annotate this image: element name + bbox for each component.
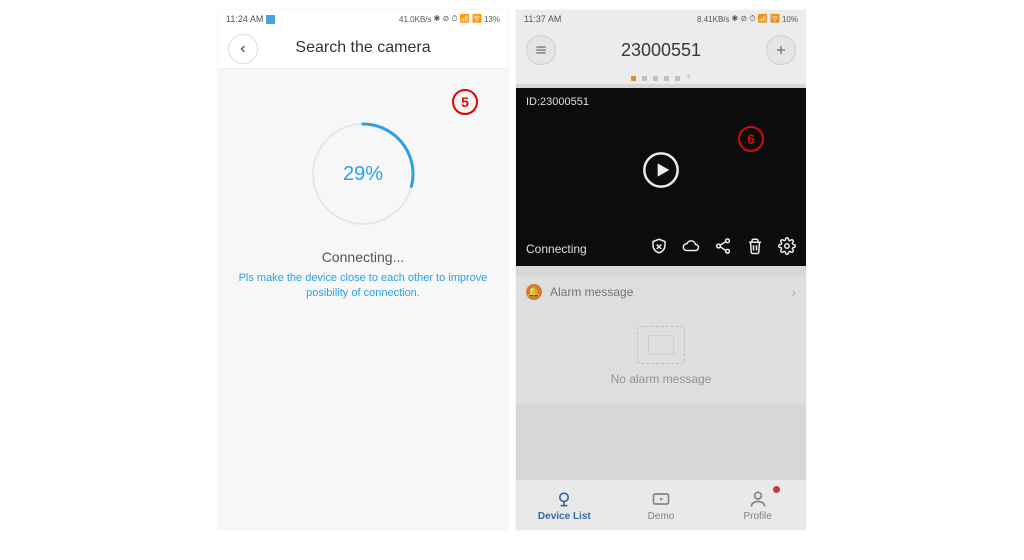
video-icon xyxy=(651,489,671,509)
device-id-title: 23000551 xyxy=(621,40,701,61)
annotation-circle-5: 5 xyxy=(452,89,478,115)
shield-x-icon xyxy=(650,237,668,255)
connecting-label: Connecting... xyxy=(218,249,508,265)
share-button[interactable] xyxy=(714,237,732,260)
screen-search-camera: 11:24 AM 41.0KB/s ✱ ⊘ ⏱ 📶 🛜 13% Search t… xyxy=(218,10,508,530)
page-title: Search the camera xyxy=(295,39,430,57)
cloud-icon xyxy=(682,237,700,255)
tab-label: Profile xyxy=(744,511,772,522)
chevron-right-icon: › xyxy=(791,284,796,300)
alarm-title: Alarm message xyxy=(550,285,633,299)
settings-button[interactable] xyxy=(778,237,796,260)
status-time: 11:24 AM xyxy=(226,14,275,24)
camera-status: Connecting xyxy=(526,242,650,256)
trash-icon xyxy=(746,237,764,255)
status-bar: 11:24 AM 41.0KB/s ✱ ⊘ ⏱ 📶 🛜 13% xyxy=(218,10,508,28)
share-icon xyxy=(714,237,732,255)
play-button[interactable] xyxy=(641,150,681,190)
alarm-card-header[interactable]: 🔔 Alarm message › xyxy=(516,276,806,308)
alarm-empty-state: No alarm message xyxy=(516,308,806,404)
gear-icon xyxy=(778,237,796,255)
page-dot[interactable] xyxy=(631,76,636,81)
play-icon xyxy=(641,150,681,190)
status-icons: ✱ ⊘ ⏱ 📶 🛜 xyxy=(434,14,482,24)
status-battery: 10% xyxy=(782,15,798,24)
bell-icon: 🔔 xyxy=(526,284,542,300)
page-dot[interactable] xyxy=(653,76,658,81)
tab-demo[interactable]: Demo xyxy=(613,480,710,530)
menu-button[interactable] xyxy=(526,35,556,65)
alarm-card[interactable]: 🔔 Alarm message › No alarm message xyxy=(516,276,806,404)
screen-device-list: 11:37 AM 8.41KB/s ✱ ⊘ ⏱ 📶 🛜 10% 23000551… xyxy=(516,10,806,530)
body: 5 29% Connecting... Pls make the device … xyxy=(218,69,508,530)
status-app-indicator xyxy=(266,15,275,24)
tab-label: Demo xyxy=(648,511,675,522)
page-indicator: + xyxy=(516,72,806,84)
back-button[interactable] xyxy=(228,34,258,64)
chevron-left-icon xyxy=(237,43,249,55)
camera-id-label: ID:23000551 xyxy=(526,96,589,108)
notification-dot-icon xyxy=(773,486,780,493)
tab-profile[interactable]: Profile xyxy=(709,480,806,530)
alarm-empty-text: No alarm message xyxy=(611,372,712,386)
tab-device-list[interactable]: Device List xyxy=(516,480,613,530)
defense-button[interactable] xyxy=(650,237,668,260)
cloud-button[interactable] xyxy=(682,237,700,260)
menu-icon xyxy=(534,43,548,57)
status-battery: 13% xyxy=(484,15,500,24)
progress-ring: 29% xyxy=(308,119,418,229)
page-dot[interactable] xyxy=(675,76,680,81)
camera-tile[interactable]: ID:23000551 6 Connecting xyxy=(516,88,806,266)
status-net: 41.0KB/s xyxy=(399,15,431,24)
plus-icon xyxy=(774,43,788,57)
status-icons: ✱ ⊘ ⏱ 📶 🛜 xyxy=(732,14,780,24)
status-right: 8.41KB/s ✱ ⊘ ⏱ 📶 🛜 10% xyxy=(697,14,798,24)
header: Search the camera xyxy=(218,28,508,69)
camera-icon xyxy=(554,489,574,509)
header: 23000551 xyxy=(516,28,806,72)
connecting-hint: Pls make the device close to each other … xyxy=(218,271,508,302)
page-dot[interactable] xyxy=(642,76,647,81)
page-dot[interactable] xyxy=(664,76,669,81)
status-net: 8.41KB/s xyxy=(697,15,729,24)
status-right: 41.0KB/s ✱ ⊘ ⏱ 📶 🛜 13% xyxy=(399,14,500,24)
page-dot-add[interactable]: + xyxy=(686,73,692,83)
camera-tile-footer: Connecting xyxy=(516,237,806,260)
status-bar: 11:37 AM 8.41KB/s ✱ ⊘ ⏱ 📶 🛜 10% xyxy=(516,10,806,28)
profile-icon xyxy=(748,489,768,509)
annotation-circle-6: 6 xyxy=(738,126,764,152)
tab-label: Device List xyxy=(538,511,591,522)
tab-bar: Device List Demo Profile xyxy=(516,479,806,530)
add-device-button[interactable] xyxy=(766,35,796,65)
status-time: 11:37 AM xyxy=(524,14,561,24)
empty-image-icon xyxy=(637,326,685,364)
delete-button[interactable] xyxy=(746,237,764,260)
